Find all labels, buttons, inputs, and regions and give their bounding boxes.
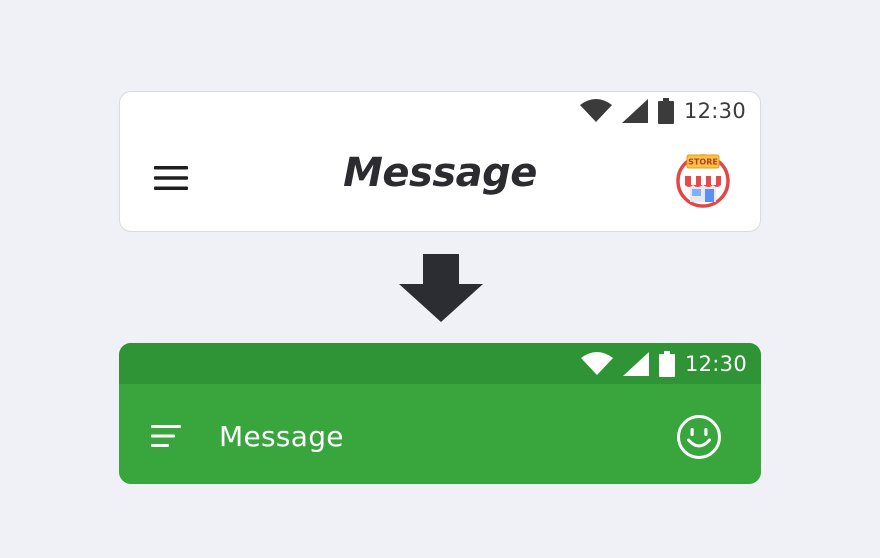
smiley-face-icon[interactable]: [676, 414, 722, 460]
status-time: 12:30: [683, 99, 746, 123]
app-bar-after: 12:30 Message: [119, 343, 761, 484]
app-bar-before: 12:30 Message STORE: [119, 91, 761, 232]
down-arrow-icon: [399, 254, 483, 322]
store-icon[interactable]: STORE: [675, 150, 731, 208]
status-bar-after: 12:30: [580, 351, 747, 377]
store-sign-text: STORE: [688, 158, 718, 167]
wifi-icon: [580, 352, 613, 375]
wifi-icon: [579, 99, 612, 122]
signal-icon: [622, 352, 649, 376]
battery-icon: [657, 98, 674, 124]
sort-lines-menu-icon[interactable]: [151, 425, 181, 447]
battery-icon: [658, 351, 675, 377]
status-time: 12:30: [684, 352, 747, 376]
status-bar-before: 12:30: [579, 98, 746, 124]
page-title: Message: [343, 150, 537, 196]
signal-icon: [621, 99, 648, 123]
page-title: Message: [219, 420, 344, 453]
